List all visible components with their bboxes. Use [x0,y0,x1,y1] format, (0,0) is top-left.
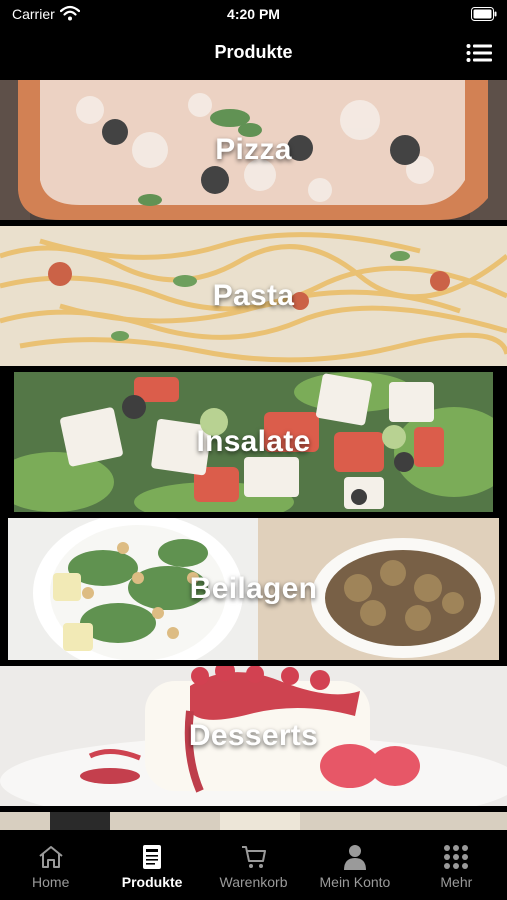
category-pizza[interactable]: Pizza [0,80,507,220]
category-pasta[interactable]: Pasta [0,226,507,366]
list-icon[interactable] [466,43,492,63]
person-icon [343,845,366,870]
tab-label: Mehr [440,874,473,890]
status-bar: Carrier 4:20 PM [0,0,507,30]
status-time: 4:20 PM [227,6,280,22]
tab-bar: Home Produkte Warenkorb Mein Konto Mehr [0,830,507,900]
tab-mein-konto[interactable]: Mein Konto [304,830,405,900]
partial-image [0,812,507,830]
category-beilagen[interactable]: Beilagen [8,518,499,660]
category-label: Insalate [196,425,311,458]
tab-label: Produkte [121,874,183,890]
tab-label: Mein Konto [319,874,391,890]
tab-label: Warenkorb [219,874,288,890]
category-label: Desserts [188,719,319,752]
category-label: Pasta [212,279,295,312]
tab-label: Home [32,874,70,890]
grid-icon [444,845,469,869]
category-list: Pizza Pasta Insalate Beilagen Desserts [0,80,507,830]
tab-home[interactable]: Home [0,830,101,900]
category-label: Beilagen [189,572,318,605]
category-insalate[interactable]: Insalate [14,372,493,512]
menu-card-icon [143,845,162,869]
category-next-partial[interactable] [0,812,507,830]
battery-icon [471,7,497,21]
tab-warenkorb[interactable]: Warenkorb [203,830,304,900]
tab-mehr[interactable]: Mehr [406,830,507,900]
tab-produkte[interactable]: Produkte [101,830,202,900]
home-icon [39,846,63,868]
cart-icon [241,846,266,868]
page-title: Produkte [214,42,293,62]
navigation-bar: Produkte [0,30,507,78]
category-label: Pizza [215,133,292,166]
category-desserts[interactable]: Desserts [0,666,507,806]
